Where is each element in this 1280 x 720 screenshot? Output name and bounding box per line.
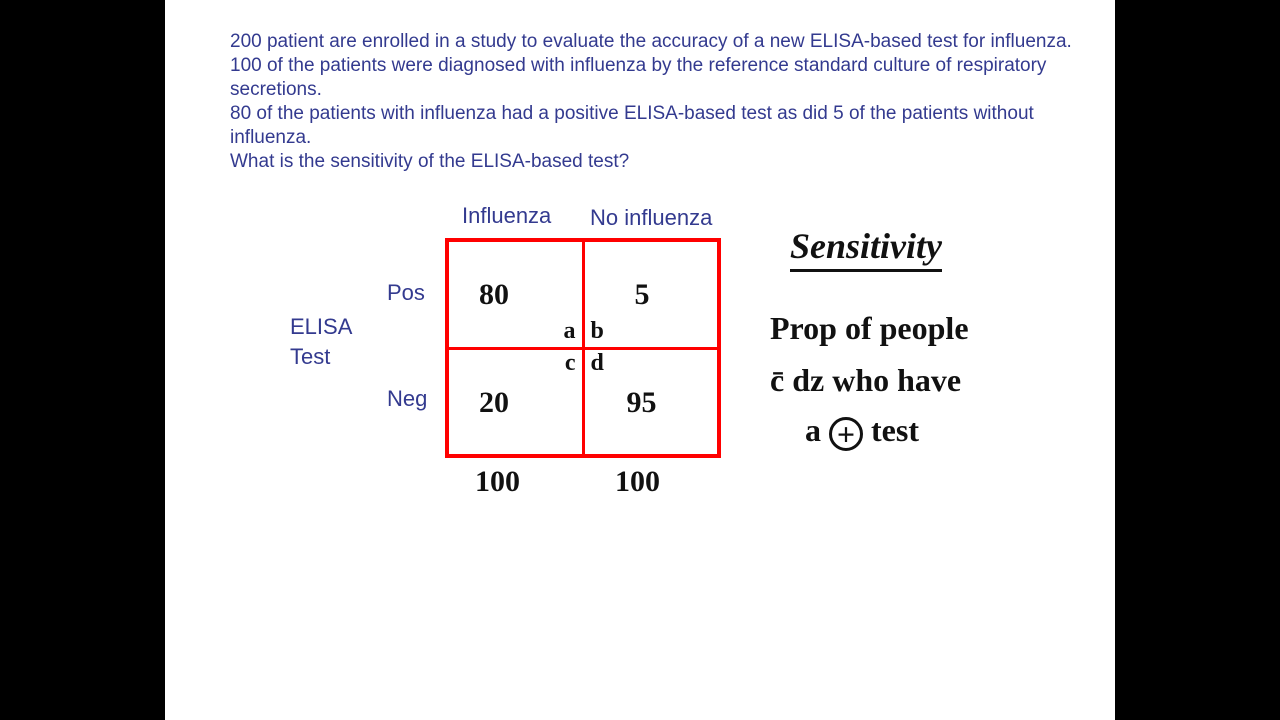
hand-def3-post: test xyxy=(863,412,919,448)
question-text: 200 patient are enrolled in a study to e… xyxy=(230,30,1100,174)
cell-b-letter: b xyxy=(591,318,604,345)
cell-c-letter: c xyxy=(565,350,576,377)
hand-def3-pre: a xyxy=(805,412,829,448)
hand-def-line2: c̄ dz who have xyxy=(770,362,961,399)
cell-c-value: 20 xyxy=(479,386,509,420)
cell-a: 80 a xyxy=(447,240,583,348)
cell-a-value: 80 xyxy=(479,278,509,312)
cell-b-value: 5 xyxy=(635,278,650,312)
hand-def-line1: Prop of people xyxy=(770,310,969,347)
cell-d-value: 95 xyxy=(627,386,657,420)
col-header-influenza: Influenza xyxy=(462,203,551,229)
row-group-label: ELISA Test xyxy=(290,312,352,372)
col1-total: 100 xyxy=(475,465,520,499)
col-header-no-influenza: No influenza xyxy=(590,205,712,231)
hand-def-line3: a + test xyxy=(805,412,919,451)
question-line2: 100 of the patients were diagnosed with … xyxy=(230,54,1100,102)
plus-circled-icon: + xyxy=(829,417,863,451)
cell-c: 20 c xyxy=(447,348,583,456)
cell-d: 95 d xyxy=(583,348,719,456)
question-line1: 200 patient are enrolled in a study to e… xyxy=(230,30,1100,54)
two-by-two-table: 80 a 5 b 20 c 95 d xyxy=(445,238,721,458)
hand-title: Sensitivity xyxy=(790,225,942,272)
cell-d-letter: d xyxy=(591,350,604,377)
cell-b: 5 b xyxy=(583,240,719,348)
row-label-neg: Neg xyxy=(387,386,427,412)
question-line3: 80 of the patients with influenza had a … xyxy=(230,102,1100,150)
cell-a-letter: a xyxy=(564,318,576,345)
hand-title-text: Sensitivity xyxy=(790,225,942,272)
col2-total: 100 xyxy=(615,465,660,499)
slide-page: 200 patient are enrolled in a study to e… xyxy=(165,0,1115,720)
row-label-pos: Pos xyxy=(387,280,425,306)
question-line4: What is the sensitivity of the ELISA-bas… xyxy=(230,150,1100,174)
